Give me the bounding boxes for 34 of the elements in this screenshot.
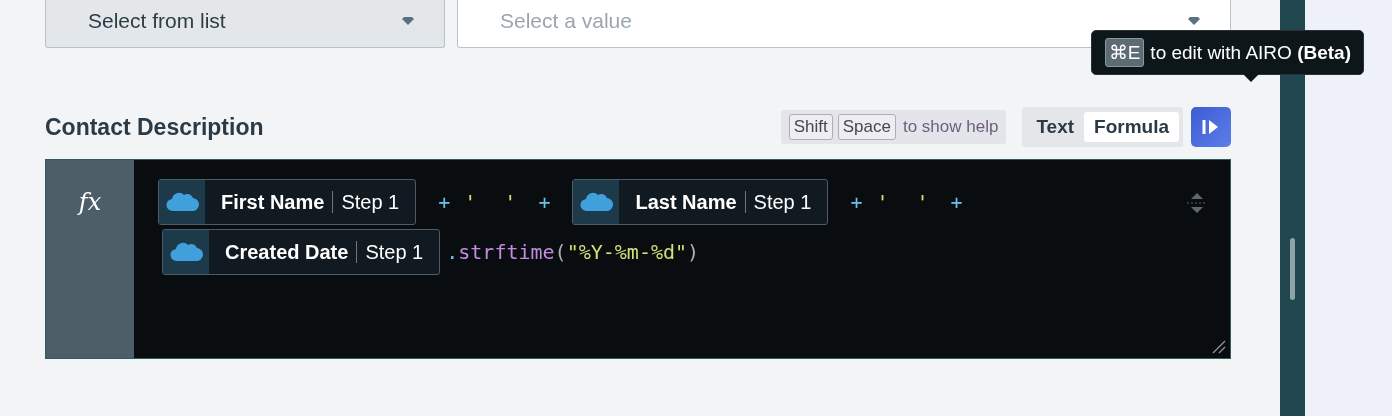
field-chip[interactable]: Last Name Step 1 <box>572 179 829 225</box>
field-chip[interactable]: First Name Step 1 <box>158 179 417 225</box>
ai-edit-button[interactable] <box>1191 107 1231 147</box>
shortcut-key: ⌘E <box>1104 38 1145 67</box>
function-label: fx <box>78 188 102 218</box>
mode-tab[interactable]: Text <box>1026 112 1085 142</box>
operator-token: + <box>538 190 551 214</box>
formula-editor[interactable]: fx First Name Step 1 + ' ' + Last Name Step 1 + ' ' + Created Date Step 1 .strftime("%Y-%m-%d") <box>45 159 1231 359</box>
paren-token: ( <box>554 240 567 264</box>
cloud-icon <box>165 190 199 214</box>
operator-token: + <box>438 190 451 214</box>
method-token: strftime <box>458 240 555 264</box>
expand-icon[interactable] <box>1186 192 1208 214</box>
caret-icon <box>402 16 414 25</box>
string-token: ' ' <box>876 190 937 214</box>
paren-token: ) <box>687 240 700 264</box>
caret-icon <box>1188 16 1200 25</box>
cloud-icon <box>169 240 203 264</box>
scrollbar-thumb[interactable] <box>1290 238 1295 300</box>
dot-token: . <box>446 240 459 264</box>
help-text: to show help <box>902 117 999 137</box>
select-dropdown[interactable]: Select from list <box>45 0 445 48</box>
key-label: Space <box>837 114 896 140</box>
mode-tab[interactable]: Formula <box>1084 112 1179 142</box>
fast-forward-icon <box>1202 119 1220 135</box>
resize-handle-icon[interactable] <box>1212 340 1226 354</box>
cloud-icon <box>579 190 614 214</box>
string-token: ' ' <box>464 190 525 214</box>
operator-token: + <box>950 190 963 214</box>
field-label: Contact Description <box>45 113 264 141</box>
operator-token: + <box>850 190 863 214</box>
key-label: Shift <box>788 114 833 140</box>
field-chip[interactable]: Created Date Step 1 <box>162 229 441 275</box>
string-token: "%Y-%m-%d" <box>566 240 688 264</box>
